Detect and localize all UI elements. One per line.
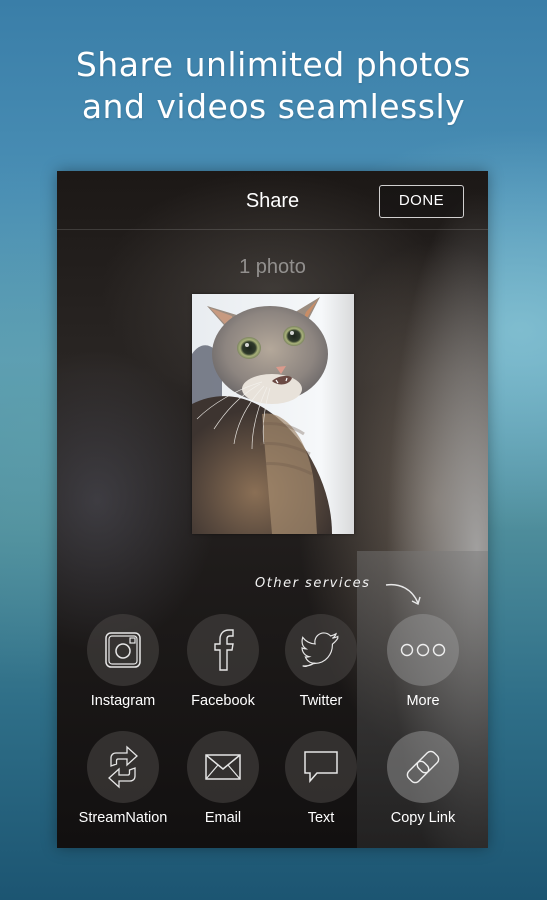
instagram-icon	[105, 632, 141, 668]
done-button[interactable]: DONE	[379, 185, 464, 218]
service-label: More	[406, 693, 440, 709]
facebook-button[interactable]	[187, 614, 259, 686]
twitter-button[interactable]	[285, 614, 357, 686]
text-button[interactable]	[285, 731, 357, 803]
streamnation-icon	[108, 745, 138, 789]
streamnation-button[interactable]	[87, 731, 159, 803]
headline-line-1: Share unlimited photos	[75, 45, 472, 84]
service-label: Instagram	[90, 693, 156, 709]
service-label: StreamNation	[78, 810, 168, 826]
service-more[interactable]: More	[373, 614, 473, 709]
text-message-icon	[304, 751, 338, 783]
service-facebook[interactable]: Facebook	[173, 614, 273, 709]
curved-arrow-icon	[385, 583, 421, 606]
more-button[interactable]	[387, 614, 459, 686]
top-bar: Share DONE	[57, 171, 488, 230]
service-email[interactable]: Email	[173, 731, 273, 826]
service-label: Facebook	[191, 693, 255, 709]
service-label: Text	[307, 810, 335, 826]
twitter-icon	[301, 632, 339, 667]
service-copy-link[interactable]: Copy Link	[373, 731, 473, 826]
more-icon	[400, 643, 446, 657]
copy-link-button[interactable]	[387, 731, 459, 803]
email-button[interactable]	[187, 731, 259, 803]
share-screen: Share DONE 1 photo Other services Instag…	[57, 171, 488, 848]
service-instagram[interactable]: Instagram	[73, 614, 173, 709]
promo-headline: Share unlimited photos and videos seamle…	[0, 44, 547, 128]
other-services-hint: Other services	[255, 576, 371, 591]
photo-thumbnail[interactable]	[192, 294, 354, 534]
item-count: 1 photo	[239, 256, 306, 278]
service-label: Email	[204, 810, 242, 826]
service-twitter[interactable]: Twitter	[271, 614, 371, 709]
service-label: Twitter	[299, 693, 343, 709]
link-icon	[406, 750, 440, 784]
instagram-button[interactable]	[87, 614, 159, 686]
headline-line-2: and videos seamlessly	[81, 87, 466, 126]
service-text[interactable]: Text	[271, 731, 371, 826]
service-label: Copy Link	[390, 810, 456, 826]
email-icon	[205, 754, 241, 780]
facebook-icon	[214, 629, 234, 671]
cat-photo	[192, 294, 354, 534]
service-streamnation[interactable]: StreamNation	[73, 731, 173, 826]
